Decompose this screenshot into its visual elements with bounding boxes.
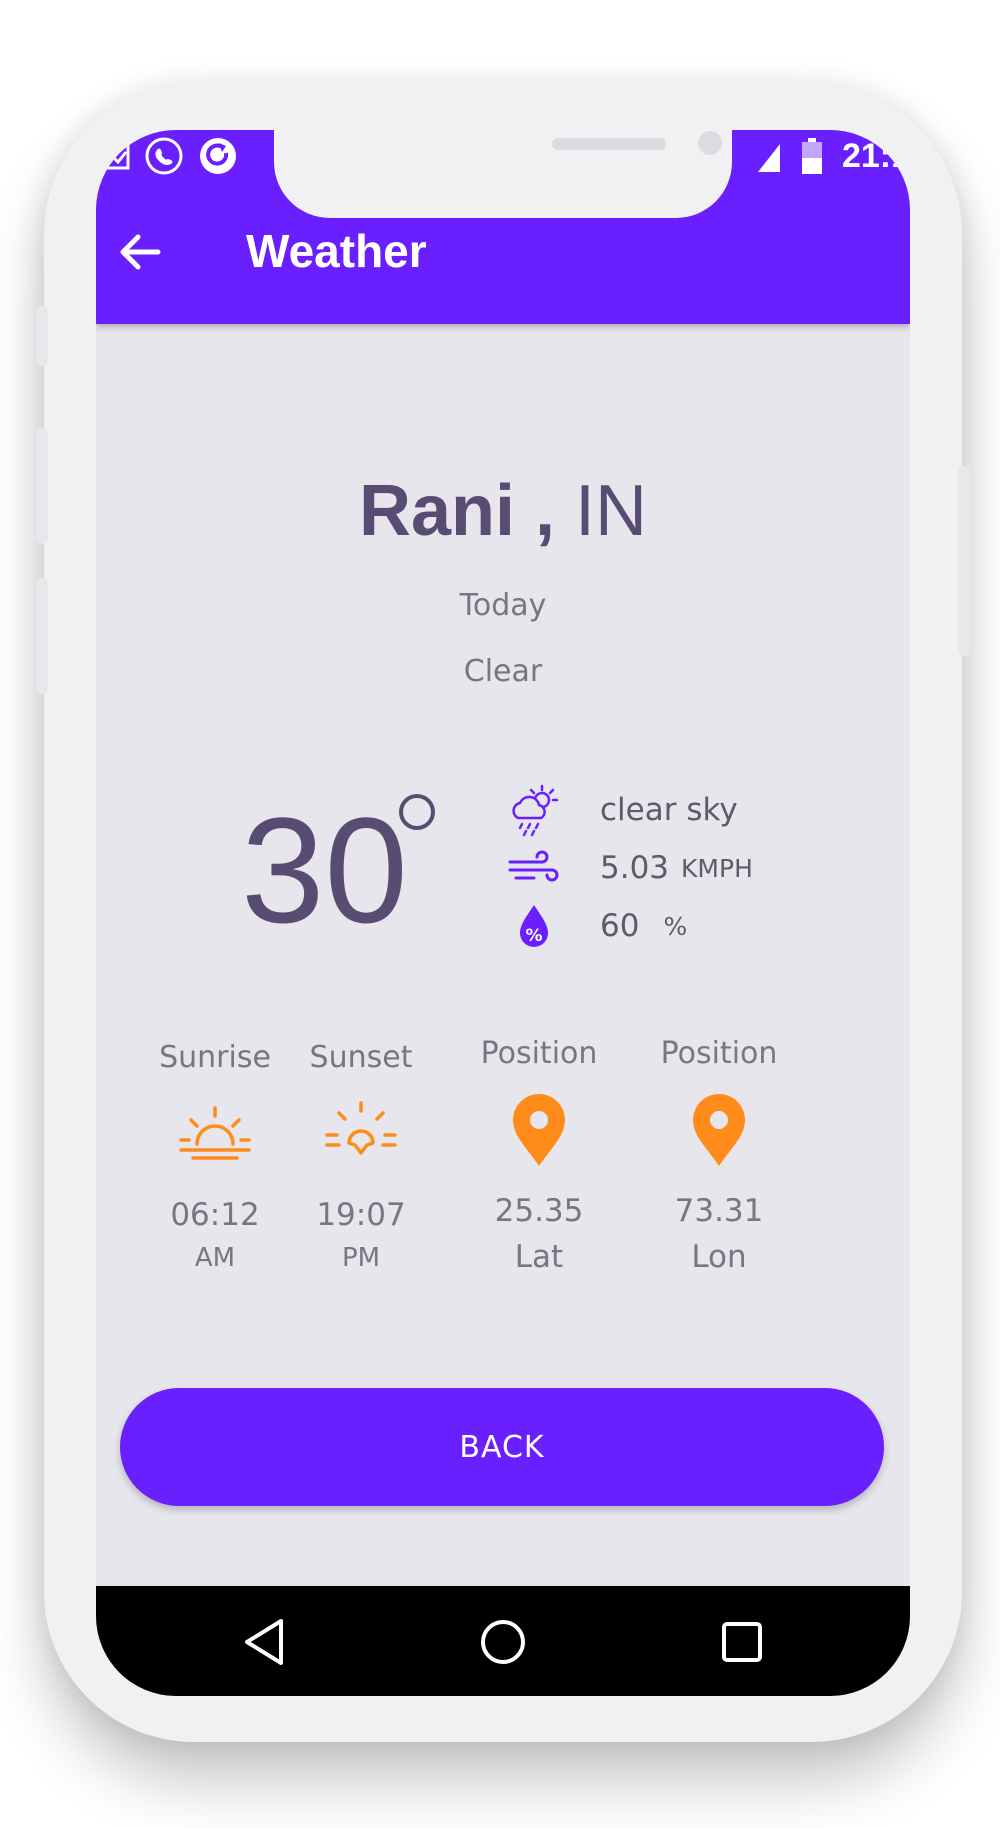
nav-back-icon[interactable] [238,1616,290,1668]
status-icons-right: 21:1 [756,136,910,176]
map-pin-icon [513,1094,565,1166]
status-time: 21:1 [841,136,910,175]
sunrise-icon [179,1106,251,1160]
condition-label: Clear [463,654,543,689]
call-notification-icon [145,137,183,175]
city-name: Rani [358,471,515,551]
latitude-value: 25.35 [494,1193,584,1229]
nav-recents-icon[interactable] [716,1616,768,1668]
sunrise-label: Sunrise [159,1040,271,1075]
sunset-icon [325,1101,397,1155]
wind-icon [506,840,562,896]
screen: 21:1 Weather Rani , IN Today Clear 30 cl… [96,130,910,1696]
speaker-grille [552,138,666,150]
svg-text:%: % [525,926,542,946]
side-button-volume-down [36,578,48,694]
longitude-label: Position [660,1036,778,1071]
humidity-unit: % [663,911,688,941]
back-button[interactable]: BACK [120,1388,884,1506]
back-arrow-icon[interactable] [118,230,162,274]
wind-speed-unit: KMPH [681,853,753,883]
nav-home-icon[interactable] [477,1616,529,1668]
cloud-rain-sun-icon [506,782,562,838]
temperature-value: 30 [241,786,408,954]
country-code: IN [575,471,648,551]
signal-icon [757,144,780,172]
sunset-label: Sunset [309,1040,413,1075]
front-camera [698,131,722,155]
sunrise-column: Sunrise 06:12 AM [130,1040,300,1273]
humidity-value: 60 [600,908,640,944]
weather-description: clear sky [600,792,738,828]
page-title: Weather [246,225,427,277]
side-button-mute [36,306,48,366]
image-notification-icon [100,142,130,170]
location-heading: Rani , IN [96,470,910,552]
degree-symbol [399,794,435,830]
humidity-row: % 60 % [506,898,687,954]
battery-icon [801,138,822,174]
latitude-label: Position [480,1036,598,1071]
description-row: clear sky [506,782,738,838]
sunset-period: PM [341,1243,381,1273]
sunset-column: Sunset 19:07 PM [276,1040,446,1273]
humidity-drop-icon: % [506,898,562,954]
latitude-column: Position 25.35 Lat [454,1036,624,1275]
sunset-time: 19:07 [316,1197,406,1233]
sync-notification-icon [200,138,236,174]
sunrise-time: 06:12 [170,1197,260,1233]
map-pin-icon [693,1094,745,1166]
sunrise-period: AM [194,1243,236,1273]
latitude-unit: Lat [514,1239,564,1275]
status-icons-left [100,136,238,176]
notch [274,130,732,218]
longitude-value: 73.31 [674,1193,764,1229]
longitude-unit: Lon [691,1239,747,1275]
location-separator: , [535,471,556,551]
side-button-volume-up [36,428,48,544]
wind-row: 5.03 KMPH [506,840,753,896]
day-label: Today [459,588,547,623]
navigation-bar [96,1586,910,1696]
longitude-column: Position 73.31 Lon [634,1036,804,1275]
wind-speed-value: 5.03 [600,850,670,886]
side-button-power [958,466,970,656]
